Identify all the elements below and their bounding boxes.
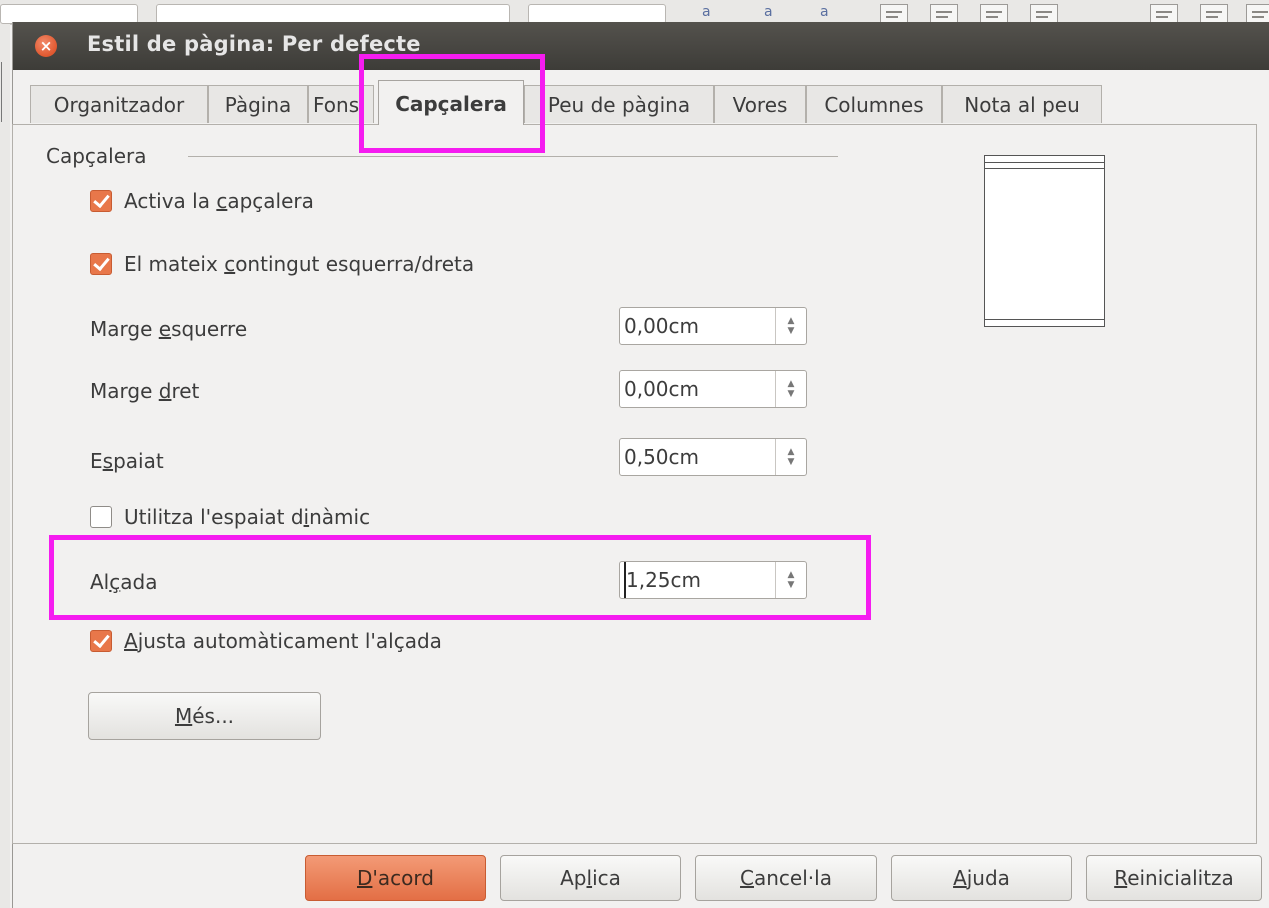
label-text: Utilitza l'espaiat d: [124, 505, 304, 529]
mnemonic: C: [740, 866, 754, 890]
background-bold-icon: a: [702, 4, 711, 20]
same-content-label: El mateix contingut esquerra/dreta: [124, 252, 474, 276]
button-label: juda: [966, 866, 1010, 890]
mnemonic: A: [124, 629, 138, 653]
label-text: ontingut esquerra/dreta: [235, 252, 475, 276]
label-text: E: [90, 449, 103, 473]
dynamic-spacing-label: Utilitza l'espaiat dinàmic: [124, 505, 370, 529]
background-underline-icon: a: [820, 4, 829, 20]
button-label: 'acord: [372, 866, 434, 890]
tab-vores[interactable]: Vores: [714, 85, 806, 123]
left-margin-label: Marge esquerre: [90, 317, 247, 341]
preview-header-line: [985, 168, 1104, 169]
spin-arrows-icon[interactable]: ▲ ▼: [775, 439, 806, 475]
spin-arrows-icon[interactable]: ▲ ▼: [775, 308, 806, 344]
tab-capcalera[interactable]: Capçalera: [378, 80, 524, 125]
background-align-center-icon: [930, 4, 958, 24]
right-margin-spinbox[interactable]: 0,00cm ▲ ▼: [619, 370, 807, 408]
tab-pagina[interactable]: Pàgina: [208, 85, 308, 123]
mnemonic: M: [174, 704, 193, 728]
same-content-checkbox[interactable]: El mateix contingut esquerra/dreta: [90, 250, 474, 278]
background-size-box: [528, 4, 666, 24]
label-text: El mateix: [124, 252, 225, 276]
autofit-height-checkbox[interactable]: Ajusta automàticament l'alçada: [90, 627, 442, 655]
label-text: apçalera: [227, 189, 314, 213]
section-divider: [188, 156, 838, 157]
mnemonic: c: [216, 189, 228, 213]
background-font-box: [156, 4, 510, 24]
mnemonic: D: [357, 866, 373, 890]
background-ruler: [0, 24, 10, 908]
preview-header-line: [985, 162, 1104, 163]
button-label: Ap: [560, 866, 587, 890]
label-text: Marge: [90, 317, 159, 341]
ok-button[interactable]: D'acord: [305, 855, 486, 901]
label-text: paiat: [113, 449, 164, 473]
apply-button[interactable]: Aplica: [500, 855, 681, 901]
background-align-right-icon: [980, 4, 1008, 24]
tab-peu-de-pagina[interactable]: Peu de pàgina: [524, 85, 714, 123]
background-numbering-icon: [1200, 4, 1228, 24]
background-style-box: [0, 4, 138, 24]
spacing-label: Espaiat: [90, 449, 164, 473]
right-margin-value[interactable]: 0,00cm: [620, 371, 775, 407]
checkbox-checked[interactable]: [90, 190, 112, 212]
left-margin-value[interactable]: 0,00cm: [620, 308, 775, 344]
spacing-spinbox[interactable]: 0,50cm ▲ ▼: [619, 438, 807, 476]
spin-arrows-icon[interactable]: ▲ ▼: [775, 371, 806, 407]
button-label: ica: [592, 866, 621, 890]
more-button[interactable]: Més...: [88, 692, 321, 740]
checkbox-checked[interactable]: [90, 630, 112, 652]
page-preview: [984, 155, 1105, 327]
highlight-box-height: [49, 535, 871, 620]
activate-header-label: Activa la capçalera: [124, 189, 314, 213]
background-list-icon: [1150, 4, 1178, 24]
mnemonic: s: [102, 449, 114, 473]
button-label: és...: [192, 704, 235, 728]
tab-columnes[interactable]: Columnes: [806, 85, 942, 123]
mnemonic: e: [158, 317, 172, 341]
label-text: justa automàticament l'alçada: [137, 629, 442, 653]
preview-footer-line: [985, 319, 1104, 320]
tab-nota-al-peu[interactable]: Nota al peu: [942, 85, 1102, 123]
tab-organitzador[interactable]: Organitzador: [30, 85, 208, 123]
label-text: ret: [171, 379, 200, 403]
label-text: Activa la: [124, 189, 217, 213]
label-text: nàmic: [309, 505, 371, 529]
mnemonic: A: [953, 866, 967, 890]
dialog-title: Estil de pàgina: Per defecte: [87, 32, 421, 56]
background-italic-icon: a: [764, 4, 773, 20]
dialog-titlebar: × Estil de pàgina: Per defecte: [13, 22, 1269, 70]
checkbox-unchecked[interactable]: [90, 506, 112, 528]
cancel-button[interactable]: Cancel·la: [695, 855, 877, 901]
button-label: einicialitza: [1127, 866, 1234, 890]
checkbox-checked[interactable]: [90, 253, 112, 275]
dynamic-spacing-checkbox[interactable]: Utilitza l'espaiat dinàmic: [90, 503, 370, 531]
close-icon[interactable]: ×: [35, 35, 57, 57]
activate-header-checkbox[interactable]: Activa la capçalera: [90, 187, 314, 215]
section-title: Capçalera: [46, 144, 147, 168]
background-align-left-icon: [880, 4, 908, 24]
left-margin-spinbox[interactable]: 0,00cm ▲ ▼: [619, 307, 807, 345]
reset-button[interactable]: Reinicialitza: [1086, 855, 1262, 901]
label-text: squerre: [171, 317, 248, 341]
mnemonic: d: [158, 379, 172, 403]
spacing-value[interactable]: 0,50cm: [620, 439, 775, 475]
background-justify-icon: [1030, 4, 1058, 24]
background-indent-icon: [1246, 4, 1269, 24]
right-margin-label: Marge dret: [90, 379, 199, 403]
mnemonic: c: [224, 252, 236, 276]
autofit-height-label: Ajusta automàticament l'alçada: [124, 629, 442, 653]
mnemonic: R: [1114, 866, 1128, 890]
help-button[interactable]: Ajuda: [891, 855, 1072, 901]
label-text: Marge: [90, 379, 159, 403]
button-label: ancel·la: [754, 866, 832, 890]
